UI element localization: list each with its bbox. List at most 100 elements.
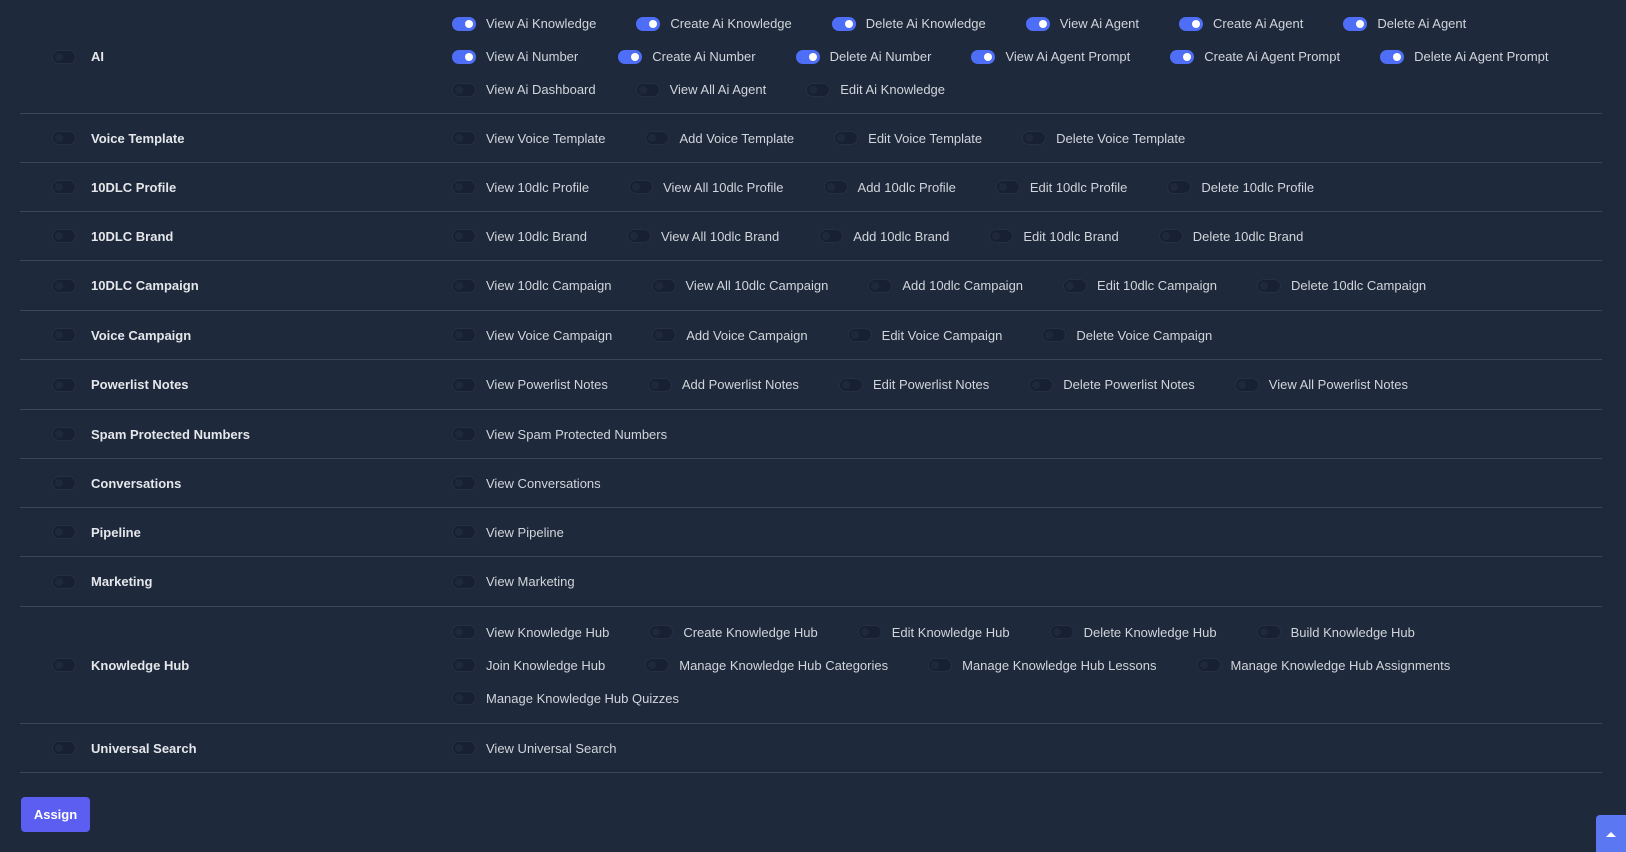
permission-toggle-add-10dlc-campaign[interactable] — [868, 278, 893, 293]
permission-toggle-add-voice-campaign[interactable] — [652, 328, 677, 342]
permission-item-delete-knowledge-hub[interactable]: Delete Knowledge Hub — [1049, 625, 1217, 640]
permission-toggle-manage-knowledge-hub-assignments[interactable] — [1196, 658, 1221, 672]
permission-toggle-build-knowledge-hub[interactable] — [1256, 625, 1281, 639]
permission-item-edit-10dlc-brand[interactable]: Edit 10dlc Brand — [989, 229, 1119, 244]
permission-item-manage-knowledge-hub-categories[interactable]: Manage Knowledge Hub Categories — [645, 658, 888, 673]
permission-toggle-view-ai-agent[interactable] — [1025, 16, 1050, 31]
permission-item-view-conversations[interactable]: View Conversations — [452, 476, 601, 491]
permission-item-view-10dlc-campaign[interactable]: View 10dlc Campaign — [452, 278, 612, 293]
permission-item-view-10dlc-profile[interactable]: View 10dlc Profile — [452, 180, 589, 195]
permission-toggle-edit-powerlist-notes[interactable] — [838, 377, 863, 392]
permission-toggle-delete-powerlist-notes[interactable] — [1029, 377, 1054, 392]
permission-toggle-manage-knowledge-hub-quizzes[interactable] — [452, 691, 476, 705]
permission-item-manage-knowledge-hub-assignments[interactable]: Manage Knowledge Hub Assignments — [1196, 658, 1450, 673]
module-toggle-10dlc-brand[interactable] — [52, 229, 76, 243]
permission-item-edit-powerlist-notes[interactable]: Edit Powerlist Notes — [838, 377, 989, 392]
permission-toggle-delete-knowledge-hub[interactable] — [1049, 625, 1074, 639]
permission-toggle-create-ai-agent[interactable] — [1179, 16, 1204, 31]
permission-toggle-edit-10dlc-campaign[interactable] — [1063, 278, 1088, 293]
permission-toggle-edit-voice-campaign[interactable] — [847, 328, 872, 342]
permission-toggle-create-ai-agent-prompt[interactable] — [1170, 49, 1195, 64]
permission-toggle-view-all-10dlc-profile[interactable] — [629, 180, 654, 194]
permission-item-add-powerlist-notes[interactable]: Add Powerlist Notes — [647, 377, 799, 392]
permission-toggle-edit-voice-template[interactable] — [834, 131, 859, 145]
permission-toggle-view-10dlc-brand[interactable] — [452, 229, 476, 243]
permission-item-join-knowledge-hub[interactable]: Join Knowledge Hub — [452, 658, 605, 673]
module-toggle-marketing[interactable] — [52, 574, 76, 589]
module-toggle-voice-campaign[interactable] — [52, 328, 76, 342]
permission-item-manage-knowledge-hub-quizzes[interactable]: Manage Knowledge Hub Quizzes — [452, 691, 679, 706]
permission-toggle-manage-knowledge-hub-lessons[interactable] — [928, 658, 953, 672]
permission-item-manage-knowledge-hub-lessons[interactable]: Manage Knowledge Hub Lessons — [928, 658, 1157, 673]
module-toggle-powerlist-notes[interactable] — [52, 377, 76, 392]
permission-item-view-all-ai-agent[interactable]: View All Ai Agent — [635, 82, 766, 97]
permission-item-delete-ai-agent-prompt[interactable]: Delete Ai Agent Prompt — [1380, 49, 1549, 64]
permission-toggle-add-10dlc-profile[interactable] — [823, 180, 848, 194]
permission-item-view-ai-knowledge[interactable]: View Ai Knowledge — [452, 16, 596, 31]
permission-toggle-delete-10dlc-brand[interactable] — [1158, 229, 1183, 243]
permission-toggle-view-spam-protected-numbers[interactable] — [452, 427, 476, 441]
permission-toggle-view-all-powerlist-notes[interactable] — [1234, 377, 1259, 392]
permission-item-edit-voice-campaign[interactable]: Edit Voice Campaign — [847, 328, 1002, 343]
permission-item-create-knowledge-hub[interactable]: Create Knowledge Hub — [649, 625, 818, 640]
permission-item-view-powerlist-notes[interactable]: View Powerlist Notes — [452, 377, 608, 392]
permission-item-add-10dlc-brand[interactable]: Add 10dlc Brand — [819, 229, 949, 244]
scroll-to-top-button[interactable] — [1596, 815, 1626, 852]
permission-toggle-delete-10dlc-profile[interactable] — [1167, 180, 1192, 194]
permission-item-edit-ai-knowledge[interactable]: Edit Ai Knowledge — [806, 82, 945, 97]
permission-item-delete-ai-number[interactable]: Delete Ai Number — [795, 49, 931, 64]
permission-item-delete-10dlc-profile[interactable]: Delete 10dlc Profile — [1167, 180, 1314, 195]
permission-item-edit-10dlc-campaign[interactable]: Edit 10dlc Campaign — [1063, 278, 1217, 293]
module-toggle-voice-template[interactable] — [52, 131, 76, 145]
permission-item-add-voice-template[interactable]: Add Voice Template — [645, 131, 794, 146]
permission-toggle-delete-ai-agent-prompt[interactable] — [1380, 49, 1405, 64]
permission-toggle-view-ai-agent-prompt[interactable] — [971, 49, 996, 64]
permission-item-view-voice-template[interactable]: View Voice Template — [452, 131, 605, 146]
permission-item-delete-powerlist-notes[interactable]: Delete Powerlist Notes — [1029, 377, 1195, 392]
permission-toggle-add-powerlist-notes[interactable] — [647, 377, 672, 392]
assign-button[interactable]: Assign — [21, 797, 90, 832]
permission-toggle-view-10dlc-campaign[interactable] — [452, 278, 476, 293]
permission-toggle-edit-10dlc-brand[interactable] — [989, 229, 1014, 243]
permission-item-delete-voice-template[interactable]: Delete Voice Template — [1022, 131, 1185, 146]
permission-toggle-edit-ai-knowledge[interactable] — [806, 82, 831, 97]
permission-item-edit-voice-template[interactable]: Edit Voice Template — [834, 131, 982, 146]
permission-toggle-manage-knowledge-hub-categories[interactable] — [645, 658, 670, 672]
permission-toggle-view-universal-search[interactable] — [452, 741, 476, 755]
permission-toggle-view-voice-template[interactable] — [452, 131, 476, 145]
permission-item-view-voice-campaign[interactable]: View Voice Campaign — [452, 328, 612, 343]
permission-toggle-delete-ai-agent[interactable] — [1343, 16, 1368, 31]
module-toggle-10dlc-profile[interactable] — [52, 180, 76, 194]
permission-item-edit-10dlc-profile[interactable]: Edit 10dlc Profile — [995, 180, 1127, 195]
permission-item-add-10dlc-profile[interactable]: Add 10dlc Profile — [823, 180, 956, 195]
permission-item-add-10dlc-campaign[interactable]: Add 10dlc Campaign — [868, 278, 1023, 293]
permission-item-view-all-10dlc-profile[interactable]: View All 10dlc Profile — [629, 180, 784, 195]
permission-item-view-universal-search[interactable]: View Universal Search — [452, 741, 617, 756]
permission-item-delete-10dlc-brand[interactable]: Delete 10dlc Brand — [1158, 229, 1303, 244]
permission-toggle-edit-10dlc-profile[interactable] — [995, 180, 1020, 194]
permission-item-create-ai-agent[interactable]: Create Ai Agent — [1179, 16, 1303, 31]
permission-toggle-view-all-10dlc-brand[interactable] — [626, 229, 651, 243]
module-toggle-knowledge-hub[interactable] — [52, 658, 76, 672]
permission-item-view-spam-protected-numbers[interactable]: View Spam Protected Numbers — [452, 427, 667, 442]
permission-item-view-ai-dashboard[interactable]: View Ai Dashboard — [452, 82, 596, 97]
permission-item-view-pipeline[interactable]: View Pipeline — [452, 525, 564, 540]
permission-toggle-view-ai-number[interactable] — [452, 49, 476, 64]
permission-item-build-knowledge-hub[interactable]: Build Knowledge Hub — [1256, 625, 1415, 640]
permission-item-delete-ai-knowledge[interactable]: Delete Ai Knowledge — [831, 16, 986, 31]
permission-item-view-knowledge-hub[interactable]: View Knowledge Hub — [452, 625, 609, 640]
permission-item-create-ai-agent-prompt[interactable]: Create Ai Agent Prompt — [1170, 49, 1340, 64]
permission-item-delete-ai-agent[interactable]: Delete Ai Agent — [1343, 16, 1466, 31]
permission-item-view-ai-agent-prompt[interactable]: View Ai Agent Prompt — [971, 49, 1130, 64]
permission-toggle-view-ai-knowledge[interactable] — [452, 16, 476, 31]
permission-toggle-edit-knowledge-hub[interactable] — [857, 625, 882, 639]
permission-toggle-view-knowledge-hub[interactable] — [452, 625, 476, 639]
permission-toggle-add-voice-template[interactable] — [645, 131, 670, 145]
module-toggle-spam-protected-numbers[interactable] — [52, 427, 76, 441]
permission-item-view-ai-number[interactable]: View Ai Number — [452, 49, 578, 64]
permission-item-view-marketing[interactable]: View Marketing — [452, 574, 575, 589]
permission-item-delete-voice-campaign[interactable]: Delete Voice Campaign — [1042, 328, 1212, 343]
permission-toggle-create-knowledge-hub[interactable] — [649, 625, 674, 639]
module-toggle-pipeline[interactable] — [52, 525, 76, 539]
permission-item-create-ai-knowledge[interactable]: Create Ai Knowledge — [636, 16, 792, 31]
